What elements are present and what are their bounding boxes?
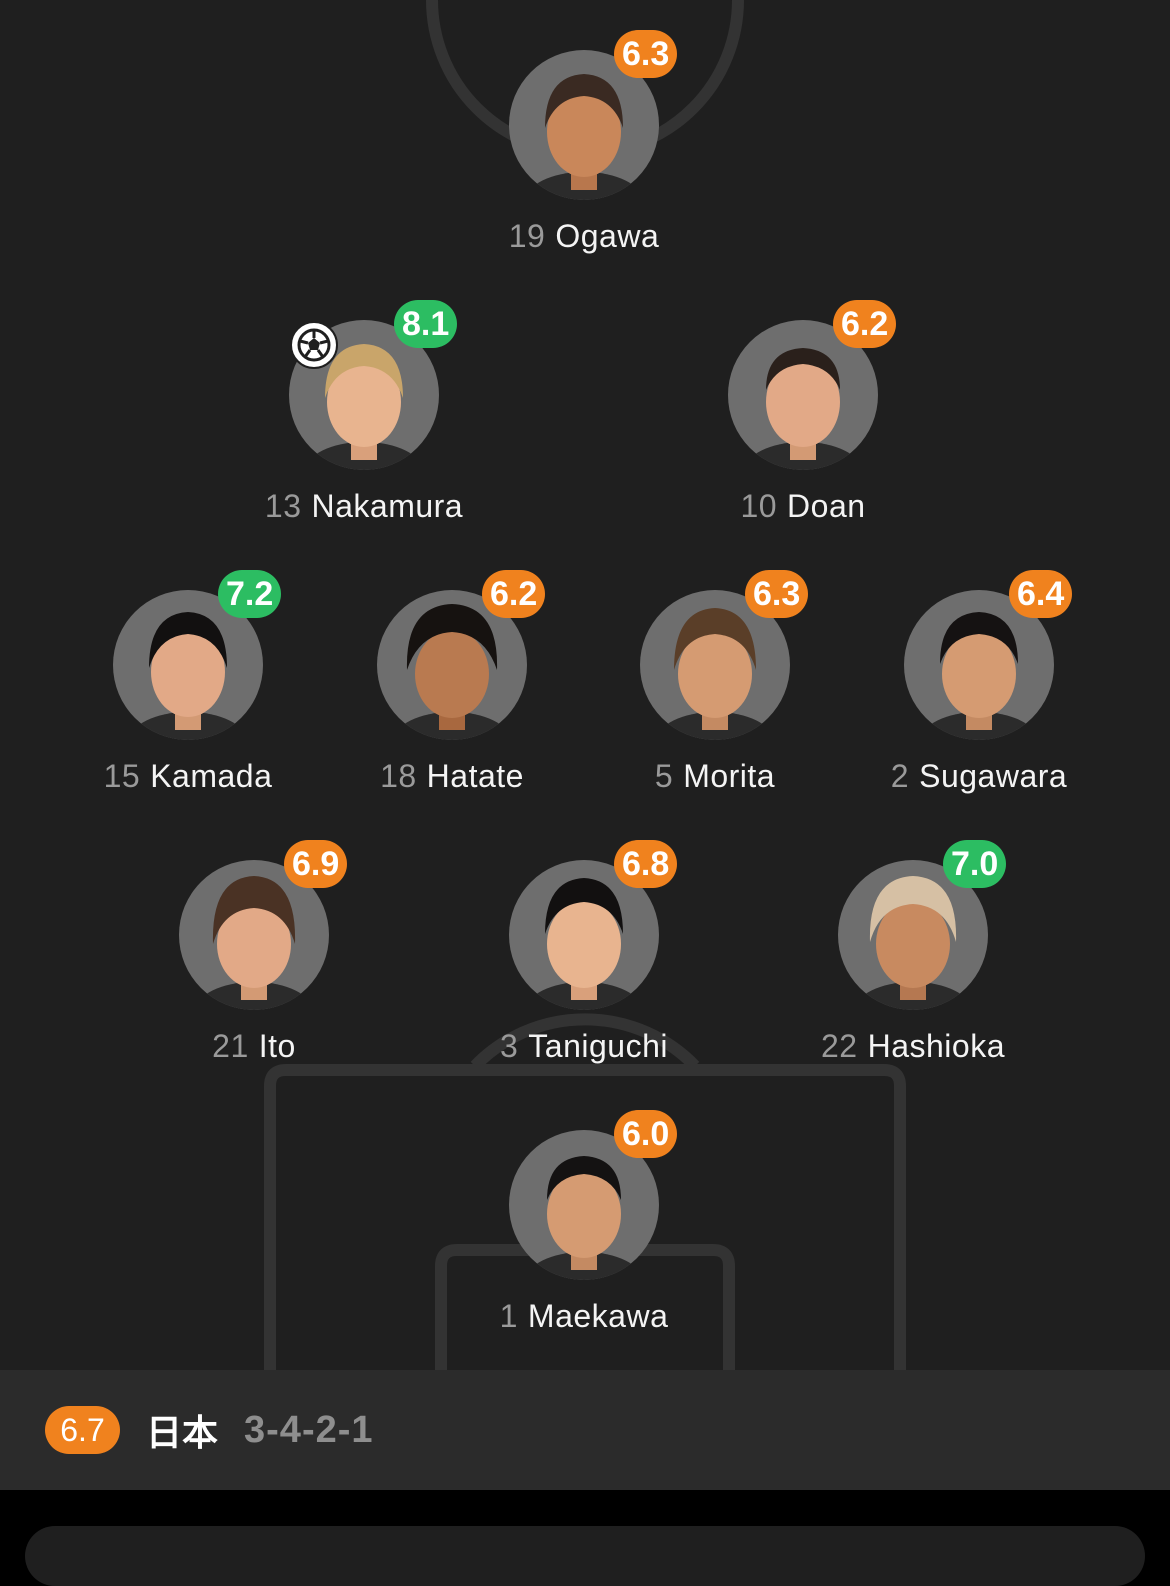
team-name[interactable]: 日本 [146, 1404, 218, 1456]
player-label: 13 Nakamura [265, 486, 463, 526]
player-label: 18 Hatate [380, 756, 524, 796]
player-number: 1 [499, 1298, 518, 1334]
player-label: 15 Kamada [104, 756, 273, 796]
player-number: 3 [500, 1028, 519, 1064]
player-number: 10 [740, 488, 778, 524]
player-name: Taniguchi [528, 1028, 668, 1064]
goal-ball-icon [290, 321, 338, 369]
rating-badge: 6.2 [833, 300, 897, 348]
player-name: Morita [683, 758, 776, 794]
player-label: 22 Hashioka [821, 1026, 1005, 1066]
player-name: Kamada [150, 758, 273, 794]
player-name: Sugawara [919, 758, 1068, 794]
player-avatar: 6.2 [377, 570, 546, 740]
player-label: 1 Maekawa [500, 1296, 669, 1336]
player-name: Maekawa [527, 1298, 669, 1334]
player-number: 21 [212, 1028, 249, 1064]
player-name: Ito [258, 1028, 296, 1064]
player-card[interactable]: 6.4 2 Sugawara [819, 570, 1139, 796]
player-name: Hashioka [867, 1028, 1005, 1064]
player-label: 21 Ito [212, 1026, 296, 1066]
player-number: 13 [264, 488, 302, 524]
player-avatar: 7.0 [838, 840, 1007, 1010]
rating-badge: 6.4 [1009, 570, 1073, 618]
rating-badge: 6.8 [614, 840, 678, 888]
player-avatar: 6.3 [509, 30, 678, 200]
player-card[interactable]: 6.2 10 Doan [643, 300, 963, 526]
player-label: 10 Doan [740, 486, 865, 526]
rating-badge: 7.2 [218, 570, 282, 618]
player-number: 5 [654, 758, 674, 794]
next-card [25, 1526, 1145, 1586]
player-card[interactable]: 8.1 13 Nakamura [204, 300, 524, 526]
player-avatar: 6.3 [640, 570, 809, 740]
player-number: 2 [890, 758, 910, 794]
rating-badge: 6.9 [284, 840, 348, 888]
player-number: 15 [103, 758, 141, 794]
formation-label: 3-4-2-1 [244, 1408, 374, 1451]
player-name: Nakamura [311, 488, 464, 524]
rating-badge: 6.3 [614, 30, 678, 78]
player-number: 19 [508, 218, 546, 254]
player-avatar: 8.1 [289, 300, 458, 470]
team-summary-bar: 6.7 日本 3-4-2-1 [0, 1370, 1170, 1490]
rating-badge: 7.0 [943, 840, 1007, 888]
player-label: 19 Ogawa [509, 216, 659, 256]
player-card[interactable]: 6.8 3 Taniguchi [424, 840, 744, 1066]
player-avatar: 6.8 [509, 840, 678, 1010]
player-label: 2 Sugawara [891, 756, 1067, 796]
player-card[interactable]: 7.0 22 Hashioka [753, 840, 1073, 1066]
player-number: 22 [821, 1028, 858, 1064]
rating-badge: 6.3 [745, 570, 809, 618]
player-name: Doan [787, 488, 866, 524]
rating-badge: 8.1 [394, 300, 458, 348]
player-name: Ogawa [555, 218, 660, 254]
player-label: 5 Morita [655, 756, 775, 796]
player-avatar: 6.2 [728, 300, 897, 470]
player-avatar: 6.0 [509, 1110, 678, 1280]
team-rating-badge: 6.7 [45, 1406, 120, 1454]
pitch: 6.3 19 Ogawa 8.1 13 Nakamura 6.2 10 Doan… [0, 0, 1170, 1370]
player-card[interactable]: 6.9 21 Ito [94, 840, 414, 1066]
player-card[interactable]: 6.3 19 Ogawa [424, 30, 744, 256]
player-avatar: 7.2 [113, 570, 282, 740]
player-name: Hatate [426, 758, 524, 794]
rating-badge: 6.2 [482, 570, 546, 618]
player-card[interactable]: 6.0 1 Maekawa [424, 1110, 744, 1336]
player-avatar: 6.9 [179, 840, 348, 1010]
rating-badge: 6.0 [614, 1110, 678, 1158]
player-label: 3 Taniguchi [500, 1026, 668, 1066]
player-number: 18 [380, 758, 417, 794]
player-avatar: 6.4 [904, 570, 1073, 740]
